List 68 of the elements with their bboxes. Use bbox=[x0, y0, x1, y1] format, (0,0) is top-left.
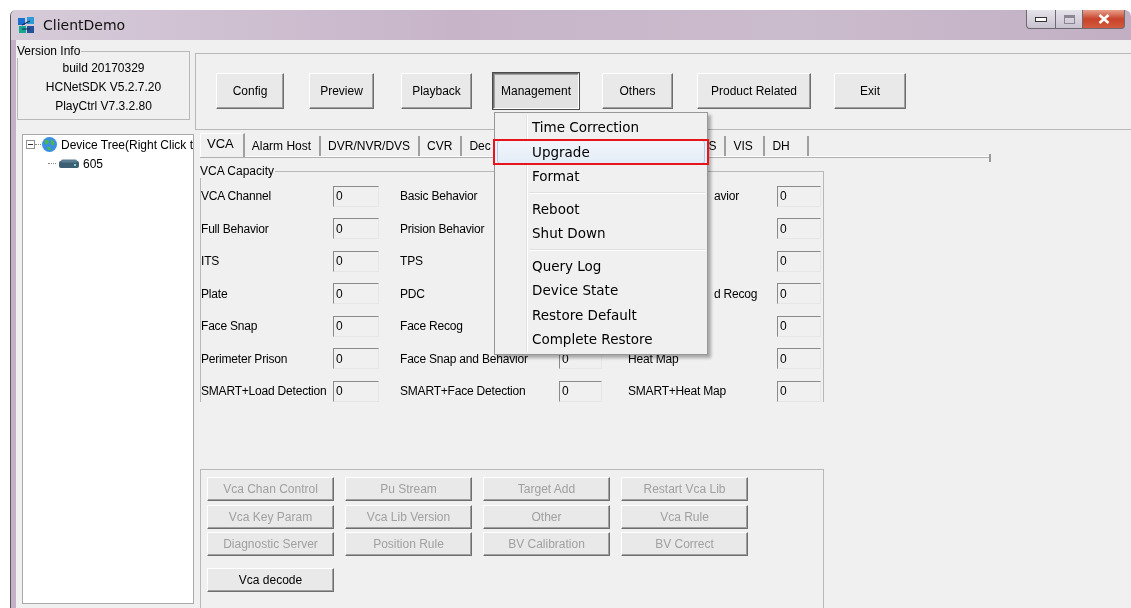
field-label: SMART+Face Detection bbox=[400, 384, 526, 399]
field-label: Prision Behavior bbox=[400, 221, 485, 236]
menu-item[interactable]: Restore Default bbox=[497, 302, 705, 327]
field-label: Plate bbox=[201, 286, 228, 301]
window-title: ClientDemo bbox=[43, 17, 126, 33]
number-field[interactable]: 0 bbox=[777, 218, 821, 240]
field-label: Heat Map bbox=[628, 351, 679, 366]
number-field[interactable]: 0 bbox=[333, 283, 379, 305]
field-label: VCA Channel bbox=[201, 189, 271, 204]
version-text: PlayCtrl V7.3.2.80 bbox=[55, 99, 152, 113]
minimize-icon bbox=[1035, 16, 1047, 22]
number-field[interactable]: 0 bbox=[777, 380, 821, 402]
field-label: Face Recog bbox=[400, 319, 463, 334]
toolbar-button[interactable]: Management bbox=[493, 72, 579, 109]
menu-item[interactable]: Format bbox=[497, 164, 705, 189]
field-label: avior bbox=[713, 189, 739, 204]
minus-icon bbox=[27, 141, 34, 148]
app-icon bbox=[17, 16, 35, 34]
close-icon bbox=[1097, 14, 1110, 24]
field-label: SMART+Load Detection bbox=[201, 384, 327, 399]
number-field[interactable]: 0 bbox=[333, 348, 379, 370]
toolbar-button[interactable]: Others bbox=[602, 72, 673, 109]
number-field[interactable]: 0 bbox=[333, 315, 379, 337]
action-button[interactable]: Vca decode bbox=[207, 567, 334, 592]
version-text: build 20170329 bbox=[62, 61, 145, 75]
number-field[interactable]: 0 bbox=[777, 185, 821, 207]
field-label: TPS bbox=[400, 254, 423, 269]
number-field[interactable]: 0 bbox=[333, 185, 379, 207]
toolbar-button[interactable]: Config bbox=[216, 72, 284, 109]
group-title: Version Info bbox=[16, 44, 82, 58]
maximize-icon bbox=[1063, 14, 1075, 24]
toolbar-button[interactable]: Exit bbox=[834, 72, 906, 109]
menu-item[interactable]: Shut Down bbox=[497, 221, 705, 246]
menu-item[interactable]: Device State bbox=[497, 278, 705, 303]
field-label: Full Behavior bbox=[201, 221, 269, 236]
number-field[interactable]: 0 bbox=[333, 380, 379, 402]
number-field[interactable]: 0 bbox=[777, 250, 821, 272]
toolbar-button[interactable]: Preview bbox=[309, 72, 374, 109]
field-label: SMART+Heat Map bbox=[628, 384, 727, 399]
device-icon bbox=[58, 158, 80, 169]
globe-icon bbox=[41, 136, 58, 153]
number-field[interactable]: 0 bbox=[777, 348, 821, 370]
number-field[interactable]: 0 bbox=[777, 283, 821, 305]
number-field[interactable]: 0 bbox=[559, 380, 602, 402]
field-label: d Recog bbox=[713, 286, 758, 301]
group-title: VCA Capacity bbox=[199, 164, 276, 178]
menu-item[interactable]: Reboot bbox=[497, 196, 705, 221]
tree-item[interactable]: 605 bbox=[83, 156, 104, 171]
close-button[interactable] bbox=[1083, 10, 1125, 29]
field-label: Perimeter Prison bbox=[201, 351, 288, 366]
maximize-button[interactable] bbox=[1056, 10, 1083, 29]
minimize-button[interactable] bbox=[1026, 10, 1056, 29]
toolbar-button[interactable]: Playback bbox=[401, 72, 472, 109]
field-label: PDC bbox=[400, 286, 425, 301]
menu-item[interactable]: Query Log bbox=[497, 253, 705, 278]
field-label: Face Snap bbox=[201, 319, 258, 334]
version-text: HCNetSDK V5.2.7.20 bbox=[45, 80, 162, 94]
field-label: ITS bbox=[201, 254, 220, 269]
field-label: Basic Behavior bbox=[400, 189, 478, 204]
tab[interactable]: VCA bbox=[200, 133, 245, 157]
toolbar-button[interactable]: Product Related bbox=[697, 72, 811, 109]
tree-item[interactable]: Device Tree(Right Click t bbox=[61, 137, 193, 152]
number-field[interactable]: 0 bbox=[333, 218, 379, 240]
number-field[interactable]: 0 bbox=[333, 250, 379, 272]
field-label: Face Snap and Behavior bbox=[400, 351, 528, 366]
menu-item[interactable]: Time Correction bbox=[497, 115, 705, 140]
expand-toggle[interactable] bbox=[26, 140, 35, 149]
number-field[interactable]: 0 bbox=[777, 315, 821, 337]
